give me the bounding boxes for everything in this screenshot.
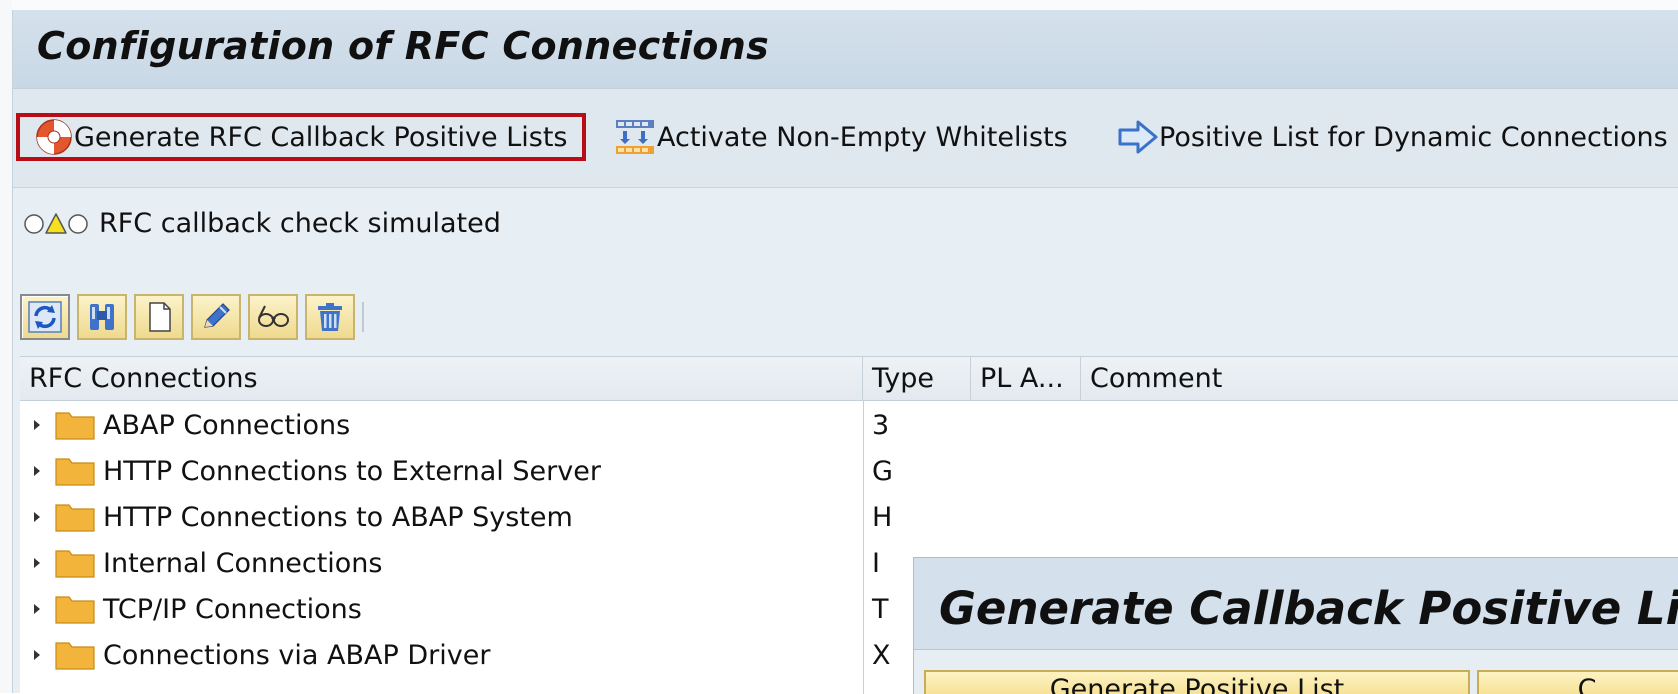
tree-toolbar xyxy=(20,294,364,344)
row-name: Internal Connections xyxy=(103,548,383,579)
expand-arrow-icon[interactable] xyxy=(34,650,40,660)
row-name: ABAP Connections xyxy=(103,410,351,441)
activate-whitelists-label: Activate Non-Empty Whitelists xyxy=(657,121,1068,153)
row-type: X xyxy=(872,640,891,671)
edit-button[interactable] xyxy=(191,294,241,340)
row-type: I xyxy=(872,548,880,579)
expand-arrow-icon[interactable] xyxy=(34,604,40,614)
arrow-right-icon xyxy=(1118,120,1158,154)
status-line: RFC callback check simulated xyxy=(23,208,501,239)
trash-icon xyxy=(318,303,342,331)
column-header-pl-active[interactable]: PL A... xyxy=(971,357,1081,400)
refresh-button[interactable] xyxy=(20,294,70,340)
row-name: HTTP Connections to ABAP System xyxy=(103,502,573,533)
pencil-icon xyxy=(204,303,230,328)
tree-header: RFC Connections Type PL A... Comment xyxy=(20,357,1678,401)
positive-list-dynamic-label: Positive List for Dynamic Connections xyxy=(1159,121,1668,153)
row-type: T xyxy=(872,594,889,625)
generate-callback-dialog: Generate Callback Positive Lis Generate … xyxy=(913,557,1678,694)
row-type: G xyxy=(872,456,893,487)
folder-icon xyxy=(55,596,95,624)
generate-callback-lists-label: Generate RFC Callback Positive Lists xyxy=(74,121,568,153)
folder-icon xyxy=(55,642,95,670)
binoculars-icon xyxy=(90,304,114,330)
screen-top-edge xyxy=(0,0,1678,10)
activate-whitelists-button[interactable]: Activate Non-Empty Whitelists xyxy=(613,113,1068,161)
folder-icon xyxy=(55,412,95,440)
screen-left-edge xyxy=(0,0,12,693)
lifebuoy-icon xyxy=(36,119,72,155)
dialog-title: Generate Callback Positive Lis xyxy=(939,582,1678,635)
traffic-light-icon xyxy=(24,212,88,234)
tree-row[interactable]: HTTP Connections to ABAP System H xyxy=(20,495,1678,541)
find-button[interactable] xyxy=(77,294,127,340)
expand-arrow-icon[interactable] xyxy=(34,558,40,568)
row-name: HTTP Connections to External Server xyxy=(103,456,601,487)
expand-arrow-icon[interactable] xyxy=(34,420,40,430)
column-header-comment[interactable]: Comment xyxy=(1081,357,1678,400)
status-text: RFC callback check simulated xyxy=(99,208,501,239)
generate-positive-list-button[interactable]: Generate Positive List xyxy=(924,670,1470,694)
row-type: H xyxy=(872,502,893,533)
glasses-icon xyxy=(258,305,289,327)
row-name: TCP/IP Connections xyxy=(103,594,362,625)
application-toolbar: Generate RFC Callback Positive Lists Act… xyxy=(13,88,1678,188)
display-button[interactable] xyxy=(248,294,298,340)
positive-list-dynamic-button[interactable]: Positive List for Dynamic Connections xyxy=(1117,113,1668,161)
expand-arrow-icon[interactable] xyxy=(34,466,40,476)
blank-document-icon xyxy=(149,302,171,332)
folder-icon xyxy=(55,504,95,532)
row-name: Connections via ABAP Driver xyxy=(103,640,491,671)
activate-list-icon xyxy=(616,120,654,154)
tree-row[interactable]: ABAP Connections 3 xyxy=(20,403,1678,449)
expand-arrow-icon[interactable] xyxy=(34,512,40,522)
refresh-icon xyxy=(28,301,62,333)
toolbar-separator xyxy=(362,302,364,332)
delete-button[interactable] xyxy=(305,294,355,340)
row-type: 3 xyxy=(872,410,890,441)
generate-callback-lists-button[interactable]: Generate RFC Callback Positive Lists xyxy=(16,113,586,161)
page-title: Configuration of RFC Connections xyxy=(37,24,769,68)
create-button[interactable] xyxy=(134,294,184,340)
tree-row[interactable]: HTTP Connections to External Server G xyxy=(20,449,1678,495)
title-bar: Configuration of RFC Connections xyxy=(13,10,1678,88)
column-header-type[interactable]: Type xyxy=(863,357,971,400)
folder-icon xyxy=(55,550,95,578)
dialog-second-button[interactable]: C xyxy=(1477,670,1678,694)
folder-icon xyxy=(55,458,95,486)
column-header-rfc-connections[interactable]: RFC Connections xyxy=(20,357,863,400)
